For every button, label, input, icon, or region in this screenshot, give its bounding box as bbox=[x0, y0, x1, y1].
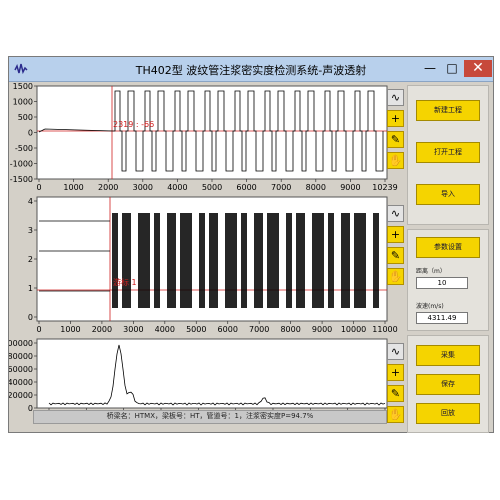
envelope-plot[interactable]: 游标 1 0 1000 2000 3000 4000 5000 6000 7000 8000 90… bbox=[9, 193, 405, 335]
app-window: TH402型 波纹管注浆密实度检测系统-声波透射 — □ ✕ 2319 : -6… bbox=[8, 56, 494, 433]
y-tick-label: 100000 bbox=[9, 339, 33, 348]
y-tick-label: 0 bbox=[28, 313, 33, 322]
y-tick-label: 1 bbox=[28, 284, 33, 293]
x-tick-label: 7000 bbox=[271, 183, 291, 192]
acquisition-group: 采集 保存 回放 bbox=[407, 335, 489, 433]
y-tick-label: 4 bbox=[28, 197, 33, 206]
cursor-cross-icon[interactable]: + bbox=[387, 226, 404, 243]
x-tick-label: 4000 bbox=[155, 325, 175, 334]
zoom-icon[interactable]: ✎ bbox=[387, 385, 404, 402]
y-tick-label: -500 bbox=[15, 144, 33, 153]
x-tick-label: 2000 bbox=[98, 183, 118, 192]
waveform-plot[interactable]: 2319 : -66 0 1000 2000 3000 4000 5000 6000 7000… bbox=[9, 81, 405, 193]
new-project-button[interactable]: 新建工程 bbox=[416, 100, 480, 121]
y-tick-label: 1500 bbox=[13, 82, 33, 91]
y-tick-label: 500 bbox=[18, 113, 33, 122]
cursor-cross-icon[interactable]: + bbox=[387, 110, 404, 127]
y-tick-label: 60000 bbox=[9, 365, 33, 374]
open-project-button[interactable]: 打开工程 bbox=[416, 142, 480, 163]
y-tick-label: 80000 bbox=[9, 352, 33, 361]
y-tick-label: 0 bbox=[28, 129, 33, 138]
playback-button[interactable]: 回放 bbox=[416, 403, 480, 424]
x-tick-label: 1000 bbox=[60, 325, 80, 334]
close-button[interactable]: ✕ bbox=[464, 60, 492, 77]
distance-field[interactable]: 10 bbox=[416, 277, 468, 289]
control-panel: 新建工程 打开工程 导入 参数设置 距离（m） 10 波速(m/s) 4311.… bbox=[403, 81, 495, 433]
plot-shape-icon[interactable]: ∿ bbox=[387, 89, 404, 106]
velocity-field: 4311.49 bbox=[416, 312, 468, 324]
pan-hand-icon[interactable]: ✋ bbox=[387, 406, 404, 423]
save-button[interactable]: 保存 bbox=[416, 374, 480, 395]
x-tick-label: 2000 bbox=[92, 325, 112, 334]
distance-label: 距离（m） bbox=[416, 268, 446, 275]
pan-hand-icon[interactable]: ✋ bbox=[387, 268, 404, 285]
maximize-button[interactable]: □ bbox=[441, 60, 463, 77]
x-tick-label: 3000 bbox=[123, 325, 143, 334]
title-bar: TH402型 波纹管注浆密实度检测系统-声波透射 — □ ✕ bbox=[9, 57, 493, 82]
y-tick-label: 2 bbox=[28, 255, 33, 264]
y-tick-label: -1000 bbox=[10, 160, 33, 169]
minimize-button[interactable]: — bbox=[419, 60, 441, 77]
x-tick-label: 10239 bbox=[372, 183, 397, 192]
project-group: 新建工程 打开工程 导入 bbox=[407, 85, 489, 225]
x-tick-label: 8000 bbox=[280, 325, 300, 334]
y-tick-label: 40000 bbox=[9, 378, 33, 387]
velocity-label: 波速(m/s) bbox=[416, 303, 444, 310]
plot-shape-icon[interactable]: ∿ bbox=[387, 343, 404, 360]
x-tick-label: 1000 bbox=[63, 183, 83, 192]
y-tick-label: 3 bbox=[28, 226, 33, 235]
zoom-icon[interactable]: ✎ bbox=[387, 131, 404, 148]
x-tick-label: 7000 bbox=[249, 325, 269, 334]
y-tick-label: 20000 bbox=[9, 391, 33, 400]
x-tick-label: 9000 bbox=[312, 325, 332, 334]
x-tick-label: 4000 bbox=[167, 183, 187, 192]
x-tick-label: 5000 bbox=[186, 325, 206, 334]
plot2-cursor-label: 游标 1 bbox=[113, 277, 137, 287]
y-tick-label: -1500 bbox=[10, 175, 33, 184]
x-tick-label: 3000 bbox=[133, 183, 153, 192]
x-tick-label: 8000 bbox=[306, 183, 326, 192]
import-button[interactable]: 导入 bbox=[416, 184, 480, 205]
plot-shape-icon[interactable]: ∿ bbox=[387, 205, 404, 222]
x-tick-label: 0 bbox=[36, 325, 41, 334]
collect-button[interactable]: 采集 bbox=[416, 345, 480, 366]
x-tick-label: 9000 bbox=[340, 183, 360, 192]
pan-hand-icon[interactable]: ✋ bbox=[387, 152, 404, 169]
y-tick-label: 1000 bbox=[13, 98, 33, 107]
x-tick-label: 10000 bbox=[341, 325, 366, 334]
x-tick-label: 0 bbox=[36, 183, 41, 192]
plot-area: 2319 : -66 0 1000 2000 3000 4000 5000 6000 7000… bbox=[9, 81, 405, 433]
parameter-group: 参数设置 距离（m） 10 波速(m/s) 4311.49 bbox=[407, 229, 489, 331]
plot1-cursor-label: 2319 : -66 bbox=[113, 120, 154, 129]
x-tick-label: 6000 bbox=[218, 325, 238, 334]
x-tick-label: 6000 bbox=[236, 183, 256, 192]
status-bar: 桥梁名：HTMX，梁板号：HT，管道号：1，注浆密实度P=94.7% bbox=[33, 410, 387, 424]
x-tick-label: 11000 bbox=[372, 325, 397, 334]
param-settings-button[interactable]: 参数设置 bbox=[416, 237, 480, 258]
zoom-icon[interactable]: ✎ bbox=[387, 247, 404, 264]
plot3-canvas[interactable] bbox=[36, 338, 388, 409]
cursor-cross-icon[interactable]: + bbox=[387, 364, 404, 381]
x-tick-label: 5000 bbox=[202, 183, 222, 192]
